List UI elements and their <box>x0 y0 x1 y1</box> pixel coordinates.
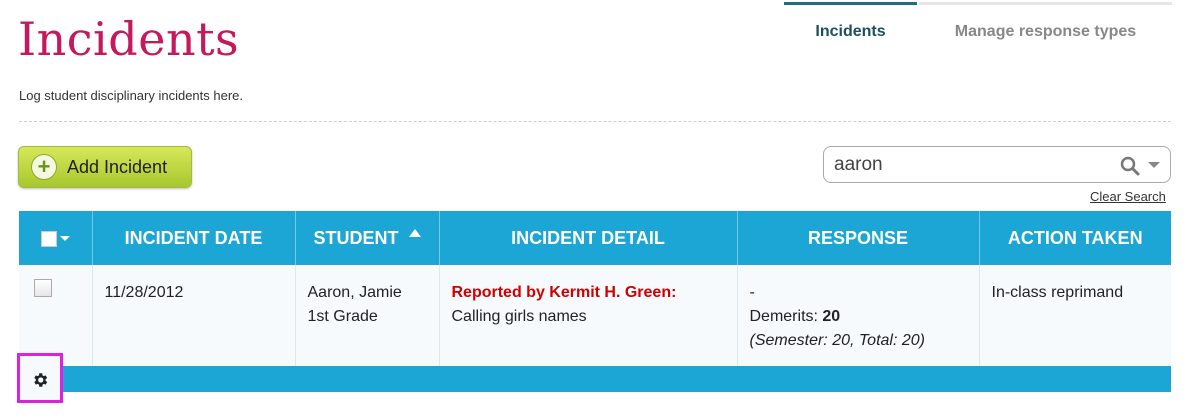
row-select-cell <box>19 265 93 366</box>
demerits-value: 20 <box>822 308 841 325</box>
table-row[interactable]: 11/28/2012 Aaron, Jamie 1st Grade Report… <box>19 265 1171 366</box>
col-response[interactable]: RESPONSE <box>737 211 980 265</box>
add-incident-label: Add Incident <box>67 156 168 177</box>
cell-incident-date: 11/28/2012 <box>92 265 296 366</box>
cell-student: Aaron, Jamie 1st Grade <box>295 265 440 366</box>
select-all-header[interactable] <box>19 211 93 265</box>
search-icon[interactable] <box>1120 156 1140 176</box>
incidents-table: INCIDENT DATE STUDENT INCIDENT DETAIL RE… <box>19 211 1171 366</box>
cell-incident-detail: Reported by Kermit H. Green: Calling gir… <box>439 265 738 366</box>
response-dash: - <box>749 284 755 301</box>
tab-manage-response-types[interactable]: Manage response types <box>919 2 1172 62</box>
search-input[interactable] <box>834 153 1114 176</box>
demerits-label: Demerits: <box>749 308 818 325</box>
col-student[interactable]: STUDENT <box>295 211 440 265</box>
demerits-line: Demerits: 20 <box>750 305 967 329</box>
search-dropdown-caret-icon[interactable] <box>1148 162 1160 168</box>
sort-ascending-icon <box>408 228 421 237</box>
student-name[interactable]: Aaron, Jamie <box>308 281 427 305</box>
table-footer-bar <box>19 366 1171 392</box>
page-description: Log student disciplinary incidents here. <box>19 88 244 103</box>
demerits-summary: (Semester: 20, Total: 20) <box>749 332 926 349</box>
col-incident-date[interactable]: INCIDENT DATE <box>92 211 296 265</box>
col-incident-detail[interactable]: INCIDENT DETAIL <box>439 211 738 265</box>
tab-incidents[interactable]: Incidents <box>784 2 917 62</box>
student-grade: 1st Grade <box>307 308 378 325</box>
page-title: Incidents <box>18 12 240 66</box>
table-header-row: INCIDENT DATE STUDENT INCIDENT DETAIL RE… <box>19 211 1171 265</box>
cell-response: - Demerits: 20 (Semester: 20, Total: 20) <box>737 265 980 366</box>
col-action-taken[interactable]: ACTION TAKEN <box>979 211 1171 265</box>
reported-by: Reported by Kermit H. Green: <box>451 284 677 301</box>
plus-circle-icon: + <box>31 154 57 180</box>
settings-button[interactable] <box>17 353 63 403</box>
row-checkbox[interactable] <box>34 279 52 297</box>
incident-detail-text: Calling girls names <box>451 308 587 325</box>
select-menu-caret-icon[interactable] <box>59 236 70 242</box>
divider <box>19 121 1171 122</box>
cell-action-taken: In-class reprimand <box>979 265 1171 366</box>
search-box <box>823 146 1171 183</box>
top-tabs: Incidents Manage response types <box>784 2 1172 62</box>
add-incident-button[interactable]: + Add Incident <box>18 146 192 188</box>
gear-icon <box>34 373 48 387</box>
clear-search-link[interactable]: Clear Search <box>1090 189 1166 204</box>
select-all-checkbox[interactable] <box>40 230 57 247</box>
